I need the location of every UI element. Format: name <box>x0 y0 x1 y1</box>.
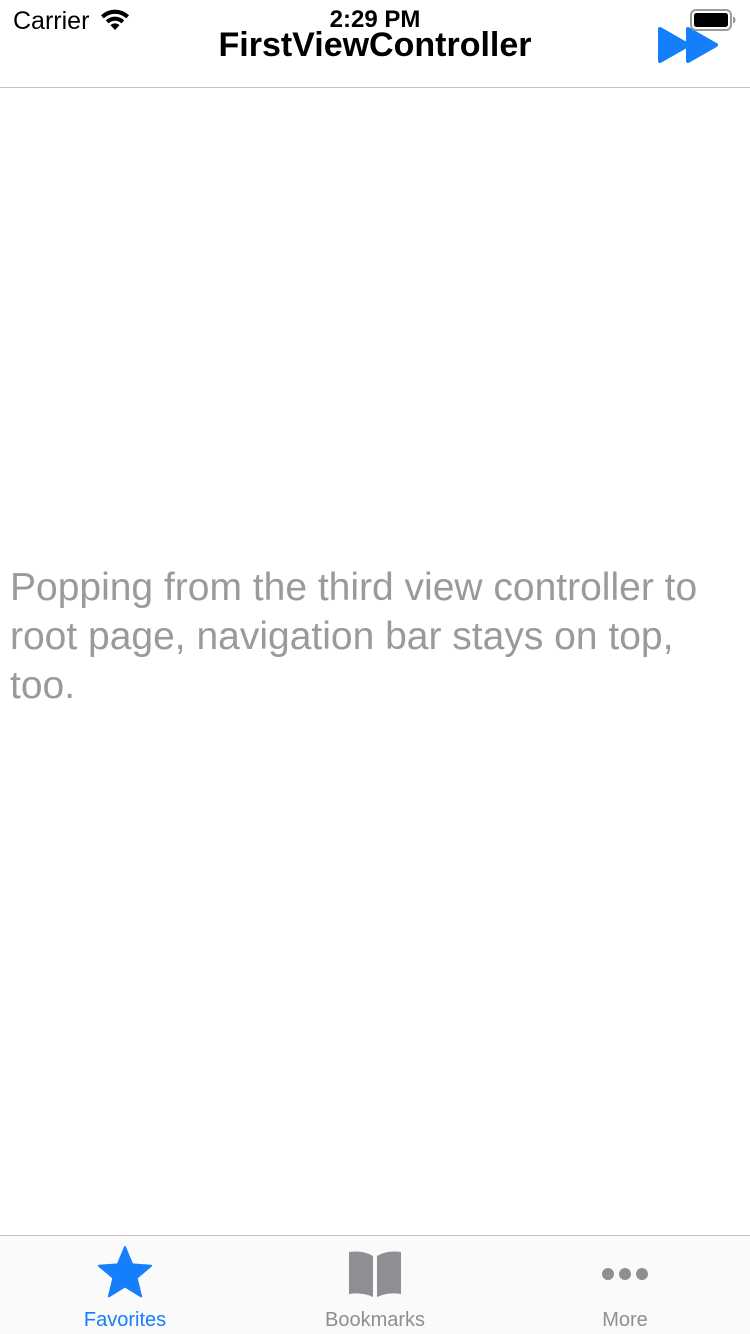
tab-label-more: More <box>602 1309 648 1331</box>
tab-favorites[interactable]: Favorites <box>0 1236 250 1334</box>
battery-icon <box>690 9 736 31</box>
content-area: Popping from the third view controller t… <box>0 89 750 1235</box>
tab-more[interactable]: More <box>500 1236 750 1334</box>
message-text: Popping from the third view controller t… <box>10 566 698 707</box>
status-time: 2:29 PM <box>329 6 421 33</box>
tab-bookmarks[interactable]: Bookmarks <box>250 1236 500 1334</box>
star-icon <box>98 1246 152 1298</box>
tab-label-bookmarks: Bookmarks <box>324 1309 426 1331</box>
screen: FirstViewController Carrier 2:29 PM Popp… <box>0 0 750 1334</box>
tab-label-favorites: Favorites <box>83 1309 167 1331</box>
more-icon <box>602 1268 648 1280</box>
status-bar: Carrier 2:29 PM <box>0 0 750 40</box>
tab-bar: Favorites Bookmarks More <box>0 1235 750 1334</box>
book-icon <box>349 1251 401 1297</box>
